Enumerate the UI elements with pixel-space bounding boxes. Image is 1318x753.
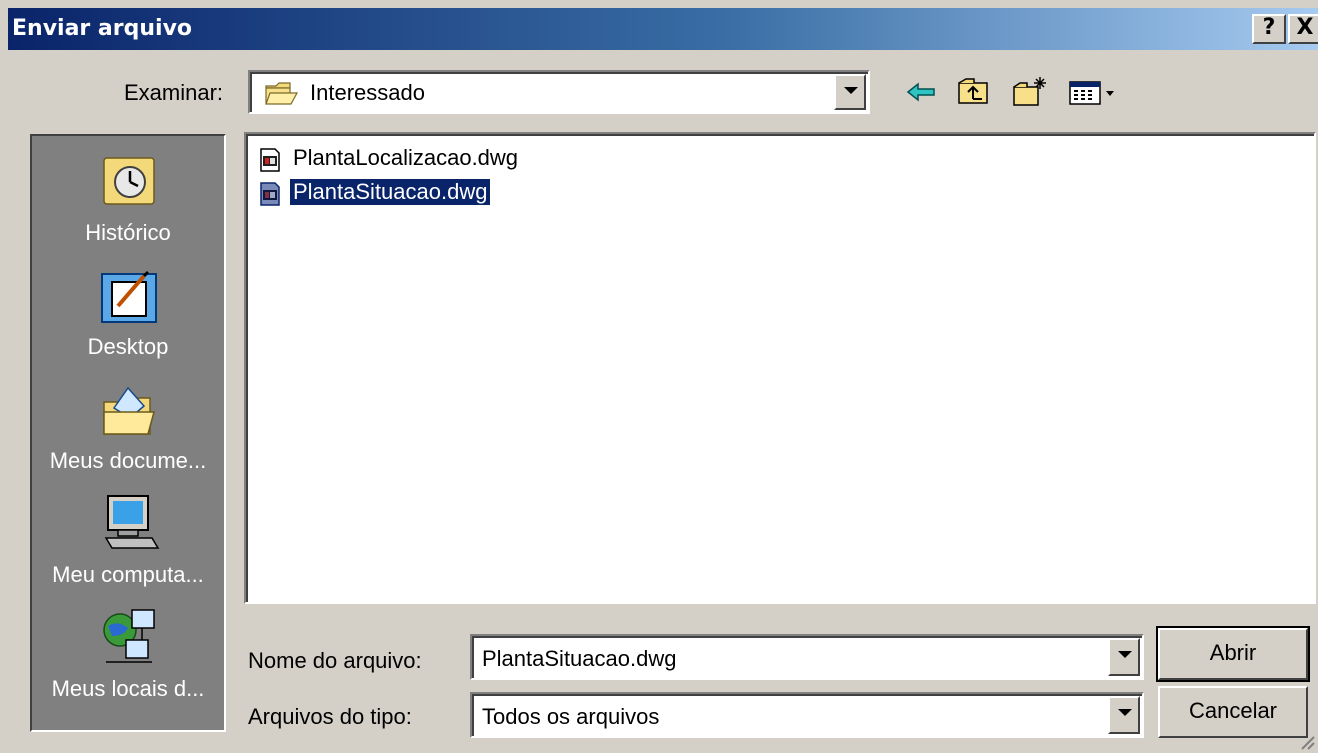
- open-button[interactable]: Abrir: [1156, 626, 1310, 682]
- dwg-file-icon: [260, 182, 280, 206]
- filename-input[interactable]: PlantaSituacao.dwg: [482, 646, 676, 672]
- place-label: Meus docume...: [49, 448, 207, 473]
- back-button[interactable]: [902, 74, 942, 110]
- filetype-value: Todos os arquivos: [482, 704, 660, 729]
- cancel-button[interactable]: Cancelar: [1158, 686, 1308, 738]
- look-in-dropdown-arrow[interactable]: [834, 74, 866, 110]
- places-bar: Histórico Desktop Meus docume... Meu com…: [30, 134, 226, 732]
- look-in-label: Examinar:: [124, 80, 224, 105]
- filename-dropdown-arrow[interactable]: [1108, 638, 1140, 676]
- file-open-dialog: Enviar arquivo ? X Examinar: Interessado: [0, 0, 1318, 753]
- place-label: Meu computa...: [52, 562, 204, 587]
- dialog-title: Enviar arquivo: [12, 16, 193, 41]
- filetype-dropdown[interactable]: Todos os arquivos: [470, 692, 1144, 738]
- title-bar[interactable]: Enviar arquivo ? X: [8, 8, 1318, 50]
- desktop-icon: [101, 270, 157, 323]
- file-name: PlantaSituacao.dwg: [288, 178, 492, 206]
- place-history[interactable]: Histórico: [32, 146, 224, 261]
- network-places-icon: [103, 609, 155, 663]
- close-button[interactable]: X: [1288, 14, 1318, 44]
- file-name: PlantaLocalizacao.dwg: [293, 145, 519, 170]
- up-folder-button[interactable]: [954, 74, 994, 110]
- place-label: Histórico: [85, 220, 171, 245]
- place-desktop[interactable]: Desktop: [32, 260, 224, 375]
- new-folder-icon: [1013, 77, 1046, 106]
- place-my-documents[interactable]: Meus docume...: [32, 374, 224, 489]
- view-menu-button[interactable]: [1066, 74, 1126, 110]
- file-list[interactable]: PlantaLocalizacao.dwg PlantaSituacao.dwg: [244, 132, 1316, 604]
- place-label: Desktop: [87, 334, 169, 359]
- view-menu-icon: [1069, 81, 1114, 105]
- place-label: Meus locais d...: [51, 676, 205, 701]
- filetype-label: Arquivos do tipo:: [248, 704, 412, 729]
- place-my-computer[interactable]: Meu computa...: [32, 488, 224, 603]
- folder-icon: [265, 82, 299, 105]
- look-in-dropdown[interactable]: Interessado: [248, 70, 870, 114]
- filename-combobox[interactable]: PlantaSituacao.dwg: [470, 634, 1144, 680]
- filetype-dropdown-arrow[interactable]: [1108, 696, 1140, 734]
- my-computer-icon: [104, 495, 160, 549]
- my-documents-icon: [103, 386, 155, 435]
- up-folder-icon: [958, 78, 988, 104]
- history-icon: [103, 157, 155, 205]
- look-in-value: Interessado: [310, 80, 425, 105]
- place-network[interactable]: Meus locais d...: [32, 602, 224, 717]
- resize-grip-icon[interactable]: [1298, 733, 1316, 751]
- new-folder-button[interactable]: [1010, 74, 1050, 110]
- back-arrow-icon: [906, 82, 935, 102]
- filename-label: Nome do arquivo:: [248, 648, 422, 673]
- dwg-file-icon: [260, 148, 280, 172]
- help-button[interactable]: ?: [1252, 14, 1286, 44]
